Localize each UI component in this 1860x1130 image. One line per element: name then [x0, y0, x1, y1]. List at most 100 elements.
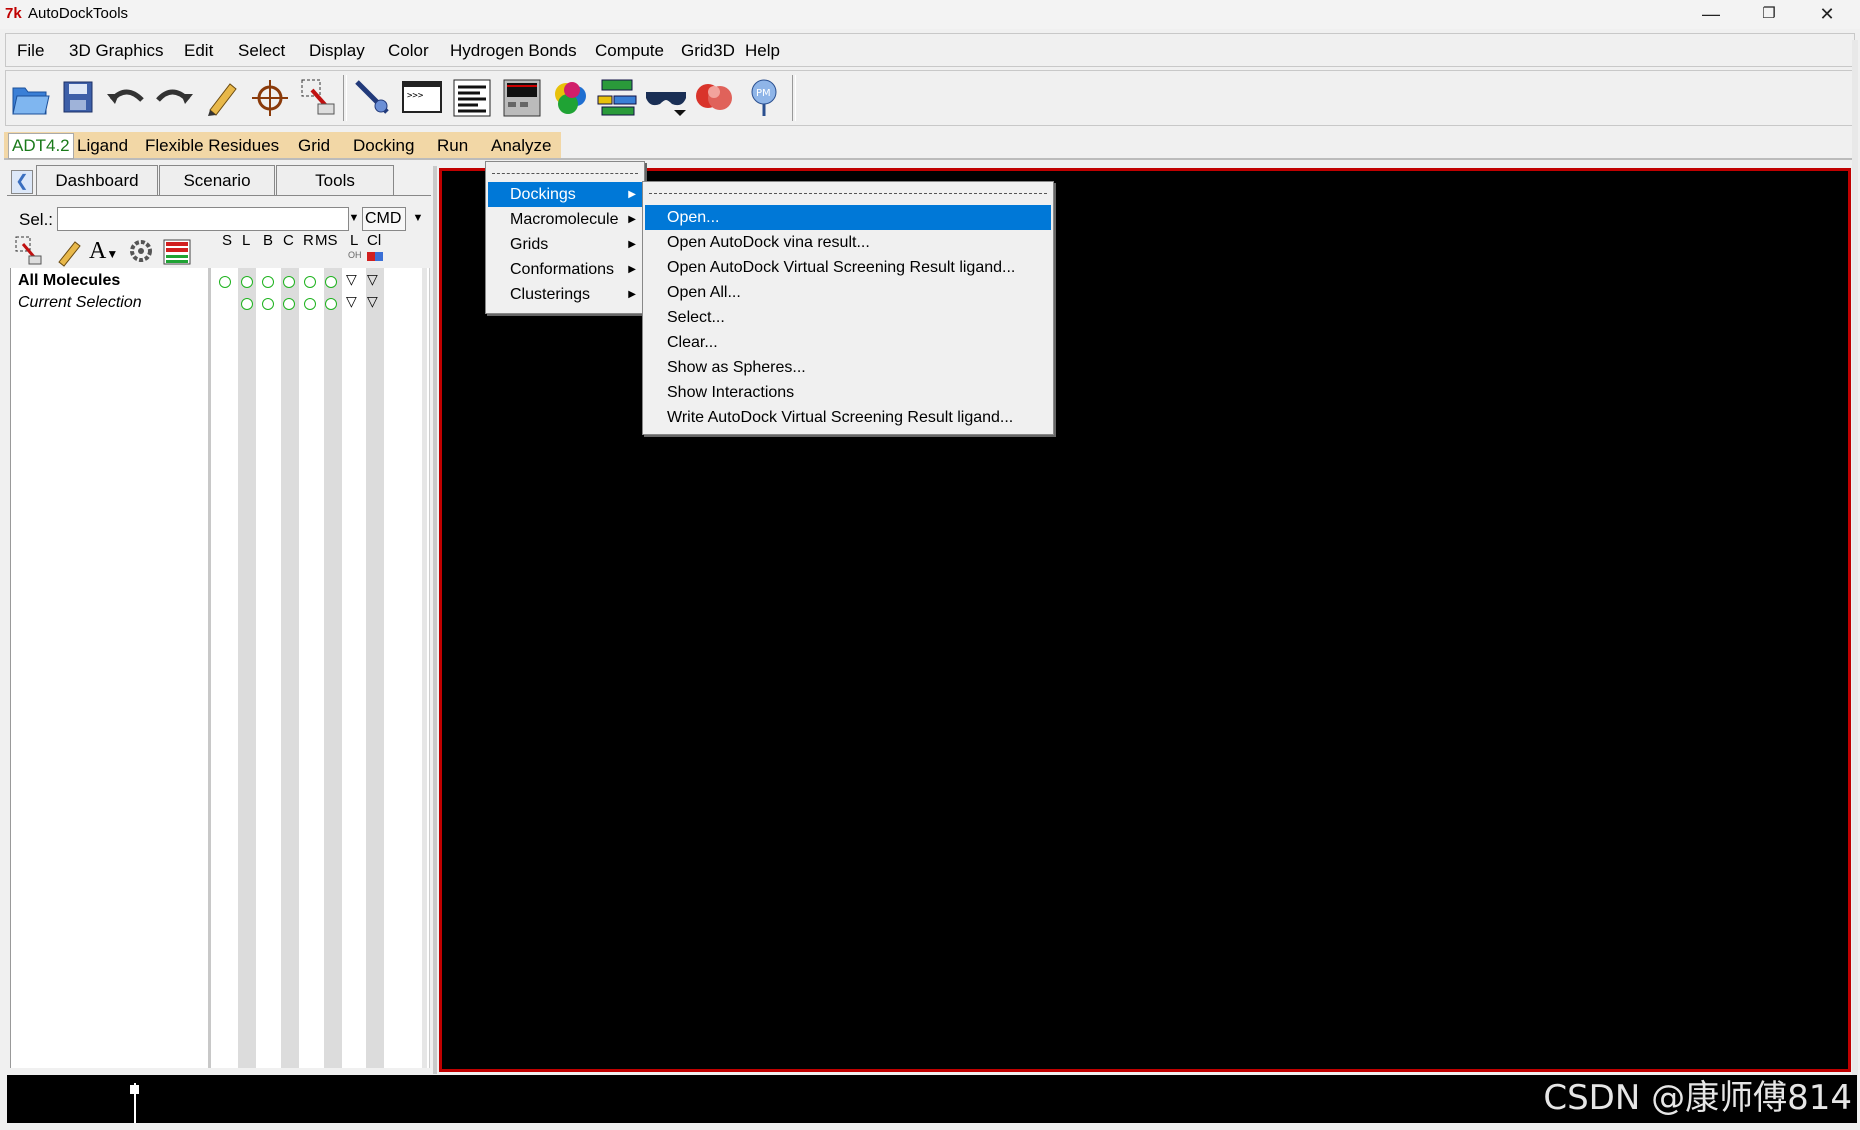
label-text-icon[interactable]: A▼	[89, 234, 121, 268]
menu-item-conformations[interactable]: Conformations ▶	[488, 257, 642, 282]
adt-menu-flexible-residues[interactable]: Flexible Residues	[145, 136, 279, 156]
tab-dashboard[interactable]: Dashboard	[36, 165, 158, 196]
toggle-circle[interactable]	[262, 276, 274, 288]
adt-menu-docking[interactable]: Docking	[353, 136, 414, 156]
dropdown-triangle-icon[interactable]: ▽	[367, 293, 378, 310]
submenu-arrow-icon: ▶	[628, 289, 636, 300]
menu-item-write-vs-result-ligand[interactable]: Write AutoDock Virtual Screening Result …	[645, 405, 1051, 430]
menu-grid3d[interactable]: Grid3D	[681, 41, 735, 61]
settings-gears-icon[interactable]	[125, 234, 157, 268]
column-stripe	[238, 268, 256, 1068]
toggle-circle[interactable]	[262, 298, 274, 310]
python-shell-icon[interactable]: >>>	[400, 74, 444, 120]
tearoff-line[interactable]	[492, 173, 638, 174]
tab-underline	[7, 195, 431, 196]
viewer-resize-handle[interactable]	[433, 166, 437, 1074]
dropdown-triangle-icon[interactable]: ▽	[346, 293, 357, 310]
toggle-circle[interactable]	[241, 276, 253, 288]
adt-menu-grid[interactable]: Grid	[298, 136, 330, 156]
menu-display[interactable]: Display	[309, 41, 365, 61]
menu-item-macromolecule[interactable]: Macromolecule ▶	[488, 207, 642, 232]
column-header-l[interactable]: L	[242, 232, 250, 249]
open-folder-icon[interactable]	[9, 74, 53, 120]
toggle-circle[interactable]	[283, 298, 295, 310]
collapse-arrow-icon[interactable]: ❮	[11, 170, 33, 194]
tab-tools[interactable]: Tools	[276, 165, 394, 196]
menu-item-clusterings[interactable]: Clusterings ▶	[488, 282, 642, 307]
crosshair-icon[interactable]	[248, 74, 292, 120]
text-lines-icon[interactable]	[450, 74, 494, 120]
tab-scenario[interactable]: Scenario	[159, 165, 275, 196]
selection-picker-icon[interactable]	[296, 74, 340, 120]
undo-icon[interactable]	[104, 74, 148, 120]
toggle-circle[interactable]	[304, 298, 316, 310]
toolbar-separator	[343, 75, 347, 121]
menu-item-open-vina-result[interactable]: Open AutoDock vina result...	[645, 230, 1051, 255]
toggle-circle[interactable]	[241, 298, 253, 310]
menu-item-select[interactable]: Select...	[645, 305, 1051, 330]
adt-version-button[interactable]: ADT4.2	[8, 133, 74, 159]
color-molecule-icon[interactable]	[548, 74, 592, 120]
pencil-icon[interactable]	[200, 74, 244, 120]
submenu-arrow-icon: ▶	[628, 239, 636, 250]
adt-menu-analyze[interactable]: Analyze	[491, 136, 551, 156]
column-header-ms[interactable]: MS	[315, 232, 338, 249]
menu-item-dockings[interactable]: Dockings ▶	[488, 182, 642, 207]
selection-dropdown-icon[interactable]: ▼	[346, 208, 362, 228]
menu-select[interactable]: Select	[238, 41, 285, 61]
column-header-cl[interactable]: Cl	[367, 232, 381, 249]
column-header-l2[interactable]: L	[350, 232, 358, 249]
toggle-circle[interactable]	[325, 276, 337, 288]
toggle-circle[interactable]	[219, 276, 231, 288]
stereo-glasses-icon[interactable]	[644, 74, 688, 120]
menu-item-open[interactable]: Open...	[645, 205, 1051, 230]
menu-3d-graphics[interactable]: 3D Graphics	[69, 41, 163, 61]
menu-item-open-vs-result-ligand[interactable]: Open AutoDock Virtual Screening Result l…	[645, 255, 1051, 280]
column-header-s[interactable]: S	[222, 232, 232, 249]
column-header-r[interactable]: R	[303, 232, 314, 249]
render-blob-icon[interactable]	[692, 74, 736, 120]
save-icon[interactable]	[56, 74, 100, 120]
adt-menu-run[interactable]: Run	[437, 136, 468, 156]
dropdown-triangle-icon[interactable]: ▽	[346, 271, 357, 288]
column-stripe	[324, 268, 342, 1068]
tearoff-line[interactable]	[649, 193, 1047, 194]
menu-item-grids[interactable]: Grids ▶	[488, 232, 642, 257]
menu-hydrogen-bonds[interactable]: Hydrogen Bonds	[450, 41, 577, 61]
menu-help[interactable]: Help	[745, 41, 780, 61]
toggle-circle[interactable]	[304, 276, 316, 288]
menu-color[interactable]: Color	[388, 41, 429, 61]
tree-scroll-edge	[422, 268, 427, 1068]
color-bars-icon[interactable]	[161, 234, 193, 268]
menu-edit[interactable]: Edit	[184, 41, 213, 61]
camera-view-icon[interactable]	[500, 74, 544, 120]
status-cursor-handle[interactable]	[130, 1085, 139, 1094]
redo-icon[interactable]	[152, 74, 196, 120]
menu-item-show-as-spheres[interactable]: Show as Spheres...	[645, 355, 1051, 380]
submenu-arrow-icon: ▶	[628, 214, 636, 225]
pmv-logo-icon[interactable]: PM	[742, 74, 786, 120]
dropdown-triangle-icon[interactable]: ▽	[367, 271, 378, 288]
column-header-b[interactable]: B	[263, 232, 273, 249]
menu-compute[interactable]: Compute	[595, 41, 664, 61]
column-header-c[interactable]: C	[283, 232, 294, 249]
toggle-circle[interactable]	[283, 276, 295, 288]
menu-item-show-interactions[interactable]: Show Interactions	[645, 380, 1051, 405]
selection-input[interactable]	[57, 207, 349, 231]
spreadsheet-icon[interactable]	[596, 74, 640, 120]
pen-tool-icon[interactable]	[351, 74, 395, 120]
menu-item-clear[interactable]: Clear...	[645, 330, 1051, 355]
menu-file[interactable]: File	[17, 41, 44, 61]
restore-button[interactable]: ❐	[1740, 0, 1798, 29]
close-button[interactable]: ✕	[1798, 0, 1856, 29]
tree-item-current-selection[interactable]: Current Selection	[18, 294, 142, 312]
menu-item-open-all[interactable]: Open All...	[645, 280, 1051, 305]
tree-item-all-molecules[interactable]: All Molecules	[18, 272, 120, 290]
cmd-selector[interactable]: CMD	[362, 207, 406, 231]
cmd-dropdown-icon[interactable]: ▼	[410, 208, 426, 228]
edit-pencil-icon[interactable]	[53, 234, 85, 268]
minimize-button[interactable]: —	[1682, 0, 1740, 29]
select-molecule-icon[interactable]	[13, 234, 45, 268]
toggle-circle[interactable]	[325, 298, 337, 310]
adt-menu-ligand[interactable]: Ligand	[77, 136, 128, 156]
